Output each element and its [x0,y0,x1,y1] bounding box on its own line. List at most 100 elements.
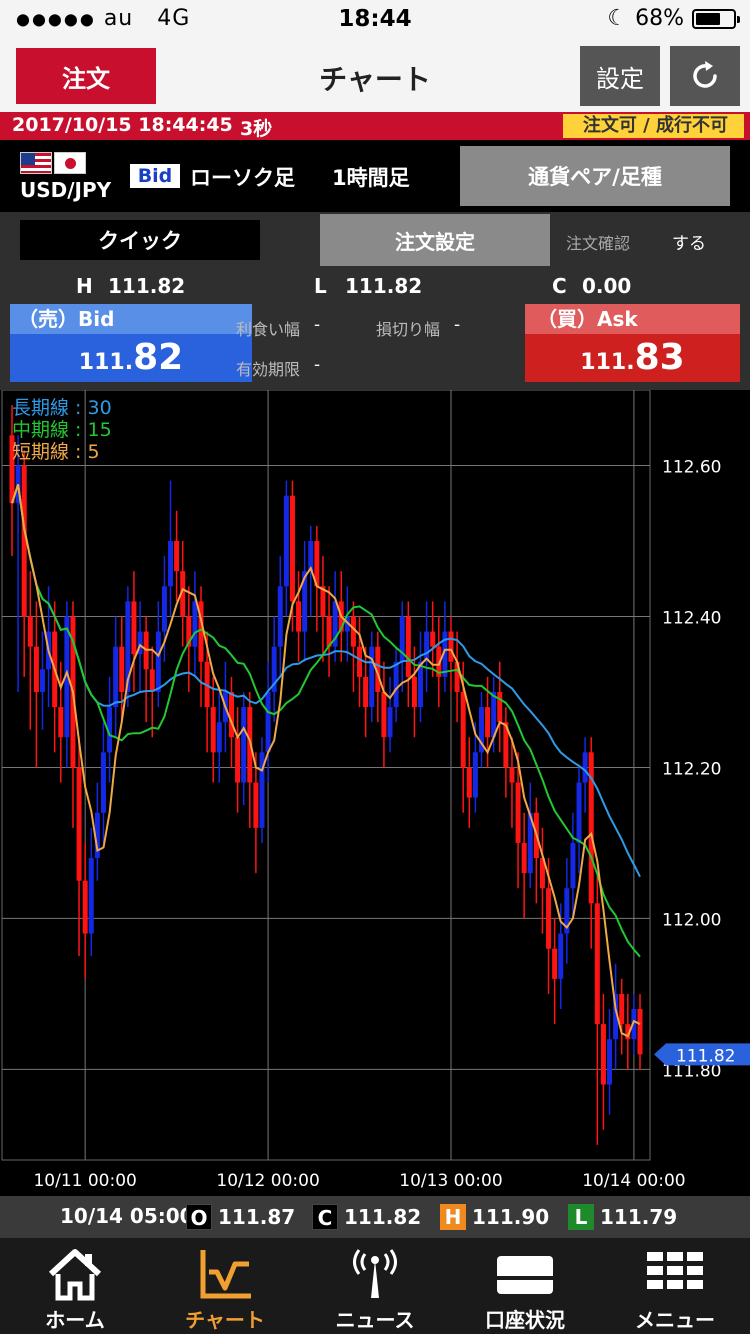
stop-loss-value: - [454,315,461,335]
candle-body [174,540,180,572]
quick-order-button[interactable]: クイック [20,220,260,260]
candle-body [289,495,295,602]
settings-button[interactable]: 設定 [580,46,660,106]
pair-timeframe-button[interactable]: 通貨ペア/足種 [460,146,730,206]
order-confirm-label: 注文確認 [566,234,631,253]
bid-sell-button[interactable]: （売）Bid 111.82 [10,304,252,382]
candle-body [88,858,94,934]
candle-body [100,752,106,813]
x-tick-label: 10/12 00:00 [216,1171,319,1191]
close-tag: C [312,1204,338,1230]
take-profit-value: - [314,315,321,335]
candle-body [241,707,247,783]
refresh-button[interactable] [670,46,740,106]
candle-body [253,782,259,828]
price-panel: H 111.82 L 111.82 C 0.00 （売）Bid 111.82 利… [0,268,750,390]
x-tick-label: 10/11 00:00 [33,1171,136,1191]
currency-flags [20,152,86,174]
candle-body [277,586,283,647]
tab-account[interactable]: 口座状況 [450,1238,600,1334]
candlestick-chart[interactable]: 112.60 112.40 112.20 112.00 111.80 10/11 00:0… [0,390,750,1196]
candle-body [210,707,216,753]
candle-body [546,888,552,949]
candle-body [161,586,167,632]
take-profit-label: 利食い幅 [236,320,301,339]
tab-news[interactable]: ニュース [300,1238,450,1334]
ohlc-close: C 111.82 [312,1204,421,1230]
news-tower-icon [353,1249,397,1298]
candle-body [33,646,39,692]
candle-body [405,616,411,677]
high-value: 111.90 [472,1205,550,1229]
candle-body [637,1009,643,1055]
candle-body [600,1024,606,1085]
chart-svg[interactable]: 112.60112.40112.20112.00111.8010/11 00:0… [0,390,750,1196]
price-type-badge: Bid [130,164,180,188]
battery-percent: 68% [635,6,684,31]
ohlc-bar: 10/14 05:00 O 111.87 C 111.82 H 111.90 L… [0,1196,750,1238]
plot-area [1,390,651,1161]
order-setting-button[interactable]: 注文設定 [320,214,550,266]
update-interval: 3秒 [240,118,273,140]
bid-price-prefix: 111. [78,350,134,375]
candle-body [515,782,521,843]
change-value: 0.00 [582,274,632,298]
candle-body [430,631,436,647]
candle-body [27,616,33,647]
tab-chart[interactable]: チャート [150,1238,300,1334]
us-flag-icon [20,152,52,174]
tab-label-menu: メニュー [635,1308,715,1332]
stop-loss-label: 損切り幅 [376,320,441,339]
card-icon [497,1256,553,1294]
currency-row: USD/JPY Bid ローソク足 1時間足 通貨ペア/足種 [0,140,750,212]
bid-price: 111.82 [10,334,252,382]
high-tag: H [440,1204,466,1230]
candle-body [235,737,241,783]
order-confirm-value[interactable]: する [672,229,706,254]
legend-entry: 長期線 : 30 [12,397,112,419]
candle-body [363,676,369,708]
open-value: 111.87 [218,1205,296,1229]
low-tag: L [568,1204,594,1230]
candle-body [283,495,289,587]
candle-body [113,646,119,708]
candle-body [228,691,234,738]
ohlc-open: O 111.87 [186,1204,295,1230]
candle-body [460,691,466,768]
tab-label-news: ニュース [335,1308,415,1332]
status-bar: ●●●●● au 4G 18:44 ☾ 68% [0,0,750,40]
y-tick-label: 112.40 [662,608,721,628]
candle-body [357,646,363,677]
candle-body [39,669,45,692]
candle-body [552,948,558,979]
chart-icon [200,1250,251,1299]
candle-body [466,767,472,798]
battery-info: ☾ 68% [607,6,740,31]
y-tick-label: 112.60 [662,457,721,477]
candle-body [497,691,503,723]
x-tick-label: 10/14 00:00 [582,1171,685,1191]
bid-label: （売）Bid [10,304,252,334]
legend-entry: 中期線 : 15 [12,419,112,441]
ohlc-low: L 111.79 [568,1204,677,1230]
tab-menu[interactable]: メニュー [600,1238,750,1334]
ask-buy-button[interactable]: （買）Ask 111.83 [525,304,740,382]
candle-body [582,752,588,783]
order-status-badge: 注文可 / 成行不可 [562,114,744,138]
candle-body [619,993,625,1025]
ask-label: （買）Ask [525,304,740,334]
candle-body [82,880,88,934]
tab-label-account: 口座状況 [485,1308,565,1332]
high-value: 111.82 [108,274,186,298]
tab-home[interactable]: ホーム [0,1238,150,1334]
candle-body [448,631,454,662]
currency-pair: USD/JPY [20,178,112,202]
chart-type: ローソク足 [190,166,295,190]
legend-entry: 短期線 : 5 [12,441,100,463]
candle-body [192,601,198,647]
candle-body [387,707,393,738]
high-label: H [76,274,93,298]
candle-body [607,1039,613,1085]
y-tick-label: 112.20 [662,759,721,779]
ask-price: 111.83 [525,334,740,382]
